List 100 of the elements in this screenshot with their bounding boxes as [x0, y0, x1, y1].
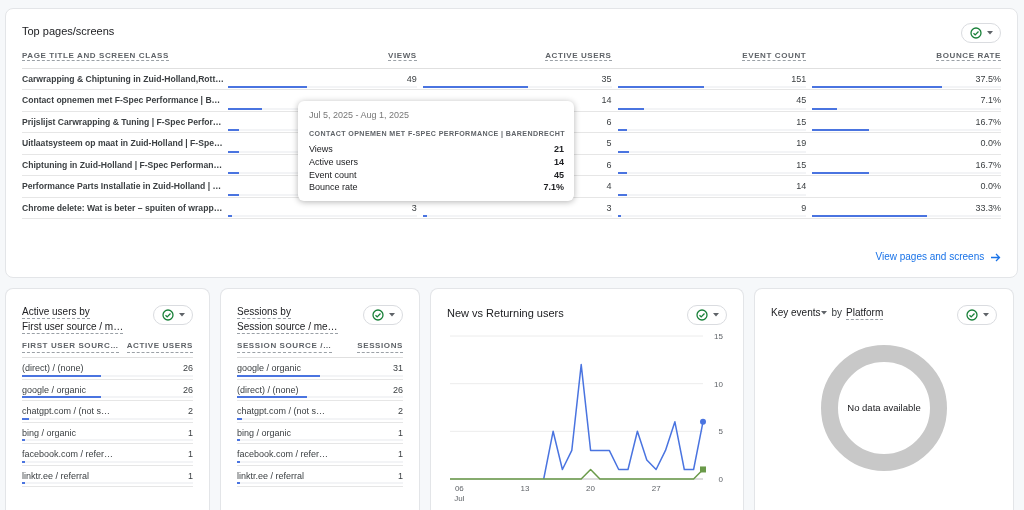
table-cell: 26 — [183, 384, 193, 396]
table-cell: 1 — [398, 427, 403, 439]
table-cell: 1 — [398, 449, 403, 460]
column-header[interactable]: BOUNCE RATE — [936, 51, 1001, 61]
axis-label: 10 — [714, 379, 723, 389]
tooltip-value: 14 — [554, 155, 564, 169]
axis-label: 0 — [718, 475, 723, 484]
table-cell: 49 — [406, 73, 417, 85]
compare-menu-button[interactable] — [961, 23, 1001, 43]
check-circle-icon — [695, 309, 708, 321]
table-cell: 33.3% — [975, 202, 1001, 214]
table-cell: 45 — [796, 95, 807, 106]
table-cell: facebook.com / refer… — [237, 449, 329, 460]
table-cell: linktr.ee / referral — [22, 470, 90, 482]
caret-icon — [712, 313, 719, 317]
compare-menu-button[interactable] — [687, 305, 727, 325]
table-cell: 14 — [601, 95, 612, 106]
table-cell: 15 — [796, 159, 807, 171]
table-cell: 35 — [601, 73, 612, 85]
table-cell: 16.7% — [975, 159, 1001, 171]
card-title[interactable]: Sessions by — [237, 305, 291, 319]
table-cell: 16.7% — [975, 116, 1001, 128]
table-cell: 151 — [791, 73, 807, 85]
view-pages-link[interactable]: View pages and screens — [875, 249, 1001, 264]
caret-icon — [178, 313, 185, 317]
caret-icon — [986, 31, 993, 35]
tooltip-value: 21 — [554, 143, 564, 156]
card-dimension[interactable]: First user source / m… — [22, 319, 124, 334]
card-title: Top pages/screens — [22, 24, 115, 39]
card-title[interactable]: Active users by — [22, 305, 90, 319]
table-cell: linktr.ee / referral — [237, 470, 305, 482]
table-cell: 3 — [411, 202, 417, 214]
table-cell: 3 — [606, 202, 612, 214]
table-cell: 2 — [398, 406, 403, 417]
end-point-marker — [700, 466, 706, 473]
table-cell: 31 — [393, 363, 403, 374]
column-header[interactable]: VIEWS — [387, 51, 417, 61]
table-cell: 2 — [188, 406, 193, 417]
table-cell: Chrome delete: Wat is beter – spuiten of wrapp… — [22, 202, 223, 214]
table-cell: 15 — [796, 116, 807, 128]
caret-icon — [388, 313, 395, 317]
column-header[interactable]: PAGE TITLE AND SCREEN CLASS — [22, 51, 169, 61]
check-circle-icon — [371, 309, 384, 321]
card-dimension[interactable]: Platform — [846, 305, 884, 320]
card-dimension[interactable]: Session source / me… — [237, 319, 338, 334]
table-cell: google / organic — [22, 384, 87, 396]
column-header[interactable]: SESSION SOURCE /… — [237, 340, 332, 353]
table-cell: google / organic — [237, 363, 302, 374]
axis-label: 13 — [520, 484, 530, 493]
table-cell: 19 — [796, 138, 807, 149]
table-cell: 6 — [606, 116, 612, 128]
check-circle-icon — [161, 309, 174, 321]
column-header[interactable]: EVENT COUNT — [742, 51, 807, 61]
tooltip-label: Active users — [309, 155, 359, 169]
table-cell: Carwrapping & Chiptuning in Zuid-Holland,Rott… — [22, 73, 224, 85]
compare-menu-button[interactable] — [363, 305, 403, 325]
table-cell: chatgpt.com / (not s… — [237, 406, 326, 417]
check-circle-icon — [969, 27, 982, 39]
table-cell: Chiptuning in Zuid-Holland | F-Spec Performan… — [22, 159, 223, 171]
compare-menu-button[interactable] — [957, 305, 997, 325]
axis-label: 20 — [586, 484, 595, 493]
table-cell: 0.0% — [980, 138, 1001, 149]
table-cell: 37.5% — [975, 73, 1001, 85]
compare-menu-button[interactable] — [153, 305, 193, 325]
table-cell: chatgpt.com / (not s… — [22, 406, 111, 417]
table-cell: Uitlaatsysteem op maat in Zuid-Holland | F-Spe… — [22, 138, 223, 149]
table-cell: Prijslijst Carwrapping & Tuning | F-Spec Perfor… — [22, 116, 222, 128]
table-cell: Performance Parts Installatie in Zuid-Holland | … — [22, 181, 222, 192]
column-header[interactable]: ACTIVE USERS — [126, 340, 193, 353]
column-header[interactable]: FIRST USER SOURC… — [22, 340, 119, 353]
metric-selector[interactable]: Key events — [771, 305, 828, 320]
axis-label: 06 — [454, 484, 464, 493]
table-cell: 1 — [188, 427, 193, 439]
arrow-right-icon — [991, 252, 1001, 262]
table-cell: 4 — [606, 181, 612, 192]
caret-icon — [982, 313, 989, 317]
table-cell: 9 — [801, 202, 807, 214]
table-cell: facebook.com / refer… — [22, 449, 114, 460]
empty-message: No data available — [847, 400, 921, 415]
table-cell: 26 — [393, 384, 403, 396]
check-circle-icon — [965, 309, 978, 321]
tooltip-value: 7.1% — [543, 181, 564, 195]
table-cell: (direct) / (none) — [22, 363, 84, 374]
table-cell: bing / organic — [22, 427, 77, 439]
table-cell: 0.0% — [980, 181, 1001, 192]
tooltip-value: 45 — [554, 168, 564, 182]
table-cell: 7.1% — [980, 95, 1001, 106]
table-cell: 14 — [796, 181, 807, 192]
tooltip-date: Jul 5, 2025 - Aug 1, 2025 — [309, 110, 411, 121]
column-header[interactable]: SESSIONS — [357, 340, 403, 353]
axis-label: 5 — [718, 427, 723, 437]
tooltip-label: Views — [309, 143, 333, 156]
table-cell: 1 — [188, 449, 193, 460]
caret-icon — [821, 311, 828, 316]
axis-label: 15 — [714, 332, 723, 341]
card-title: New vs Returning users — [447, 306, 564, 321]
column-header[interactable]: ACTIVE USERS — [545, 51, 612, 61]
axis-label: 27 — [651, 484, 661, 493]
tooltip-label: Event count — [309, 168, 357, 182]
table-cell: bing / organic — [237, 427, 292, 439]
